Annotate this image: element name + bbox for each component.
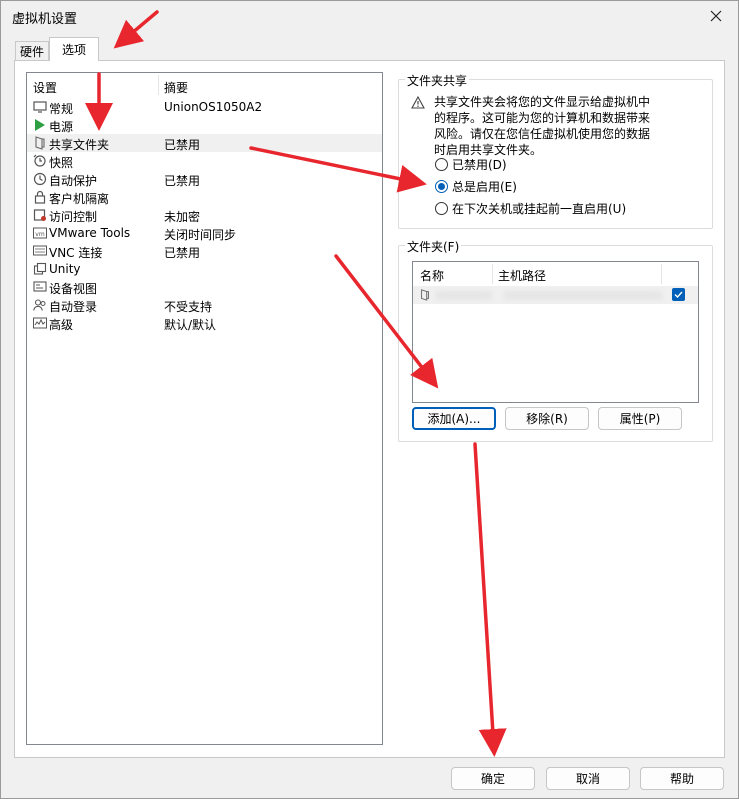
access-control-icon	[33, 209, 46, 221]
list-item-unity[interactable]: Unity	[27, 260, 382, 278]
column-separator[interactable]	[492, 264, 493, 284]
tab-options[interactable]: 选项	[49, 37, 99, 61]
column-header-host-path[interactable]: 主机路径	[498, 267, 546, 284]
ok-button[interactable]: 确定	[451, 767, 535, 790]
radio-until-poweroff-label: 在下次关机或挂起前一直启用(U)	[452, 201, 627, 216]
radio-always-enabled-dot[interactable]	[435, 179, 448, 193]
tab-hardware[interactable]: 硬件	[15, 41, 49, 61]
options-panel: 设置 摘要 常规 UnionOS1050A2 电源 共享文件夹 已禁用 快照 自…	[14, 60, 725, 758]
close-icon	[710, 10, 722, 22]
list-item-power[interactable]: 电源	[27, 116, 382, 134]
folder-sharing-title: 文件夹共享	[405, 72, 470, 89]
list-item-shared-folders[interactable]: 共享文件夹 已禁用	[27, 134, 382, 152]
column-separator[interactable]	[661, 264, 662, 284]
vm-settings-dialog: 虚拟机设置 硬件 选项 设置 摘要 常规 UnionOS1050A2 电源 共享…	[0, 0, 739, 799]
list-item-autologin[interactable]: 自动登录 不受支持	[27, 296, 382, 314]
radio-until-poweroff-dot[interactable]	[435, 201, 448, 215]
folder-enabled-checkbox[interactable]	[672, 288, 685, 301]
close-button[interactable]	[700, 3, 732, 29]
folders-group: 文件夹(F) 名称 主机路径 添加(A)... 移除(R) 属性(P)	[398, 238, 713, 442]
radio-until-poweroff[interactable]: 在下次关机或挂起前一直启用(U)	[435, 200, 626, 216]
settings-rows: 常规 UnionOS1050A2 电源 共享文件夹 已禁用 快照 自动保护 已禁…	[27, 98, 382, 332]
radio-disabled[interactable]: 已禁用(D)	[435, 156, 507, 172]
column-separator[interactable]	[158, 75, 159, 95]
vnc-icon	[33, 245, 47, 256]
tab-strip: 硬件 选项	[1, 37, 738, 61]
svg-text:vm: vm	[35, 231, 45, 238]
list-item-vmware-tools[interactable]: vm VMware Tools 关闭时间同步	[27, 224, 382, 242]
window-title: 虚拟机设置	[12, 12, 78, 27]
host-path-redacted	[503, 291, 663, 300]
monitor-icon	[33, 101, 47, 113]
folder-name-redacted	[435, 291, 493, 300]
settings-list[interactable]: 设置 摘要 常规 UnionOS1050A2 电源 共享文件夹 已禁用 快照 自…	[26, 72, 383, 745]
radio-always-enabled-label: 总是启用(E)	[452, 179, 517, 194]
column-header-summary[interactable]: 摘要	[164, 79, 188, 96]
shared-folder-icon	[35, 136, 45, 150]
folder-list-header: 名称 主机路径	[413, 262, 698, 284]
folder-row[interactable]	[413, 286, 698, 304]
shared-folder-icon	[421, 289, 429, 301]
folder-list[interactable]: 名称 主机路径	[412, 261, 699, 403]
list-item-vnc[interactable]: VNC 连接 已禁用	[27, 242, 382, 260]
column-header-name[interactable]: 名称	[420, 267, 444, 284]
users-icon	[33, 299, 46, 311]
add-folder-button[interactable]: 添加(A)...	[412, 407, 496, 430]
warning-text: 共享文件夹会将您的文件显示给虚拟机中的程序。这可能为您的计算机和数据带来风险。请…	[434, 95, 651, 157]
advanced-icon	[33, 317, 47, 329]
device-view-icon	[33, 281, 47, 292]
vm-icon: vm	[33, 227, 47, 239]
checkmark-icon	[674, 291, 683, 299]
list-item-device-view[interactable]: 设备视图	[27, 278, 382, 296]
list-item-advanced[interactable]: 高级 默认/默认	[27, 314, 382, 332]
title-bar: 虚拟机设置	[1, 1, 738, 31]
list-item-snapshot[interactable]: 快照	[27, 152, 382, 170]
play-icon	[35, 119, 45, 131]
radio-disabled-label: 已禁用(D)	[452, 157, 507, 172]
remove-folder-button[interactable]: 移除(R)	[505, 407, 589, 430]
folders-title: 文件夹(F)	[405, 238, 462, 255]
radio-disabled-dot[interactable]	[435, 157, 448, 171]
radio-always-enabled[interactable]: 总是启用(E)	[435, 178, 517, 194]
list-item-guest-isolation[interactable]: 客户机隔离	[27, 188, 382, 206]
clock-icon	[33, 172, 47, 186]
unity-icon	[33, 262, 47, 275]
list-item-general[interactable]: 常规 UnionOS1050A2	[27, 98, 382, 116]
lock-icon	[34, 190, 46, 204]
folder-properties-button[interactable]: 属性(P)	[598, 407, 682, 430]
folder-sharing-group: 文件夹共享 共享文件夹会将您的文件显示给虚拟机中的程序。这可能为您的计算机和数据…	[398, 72, 713, 229]
snapshot-icon	[33, 154, 46, 167]
column-header-setting[interactable]: 设置	[33, 79, 57, 96]
settings-list-header: 设置 摘要	[27, 73, 382, 95]
help-button[interactable]: 帮助	[640, 767, 724, 790]
warning-icon	[411, 96, 425, 109]
list-item-autoprotect[interactable]: 自动保护 已禁用	[27, 170, 382, 188]
list-item-access-control[interactable]: 访问控制 未加密	[27, 206, 382, 224]
cancel-button[interactable]: 取消	[546, 767, 630, 790]
